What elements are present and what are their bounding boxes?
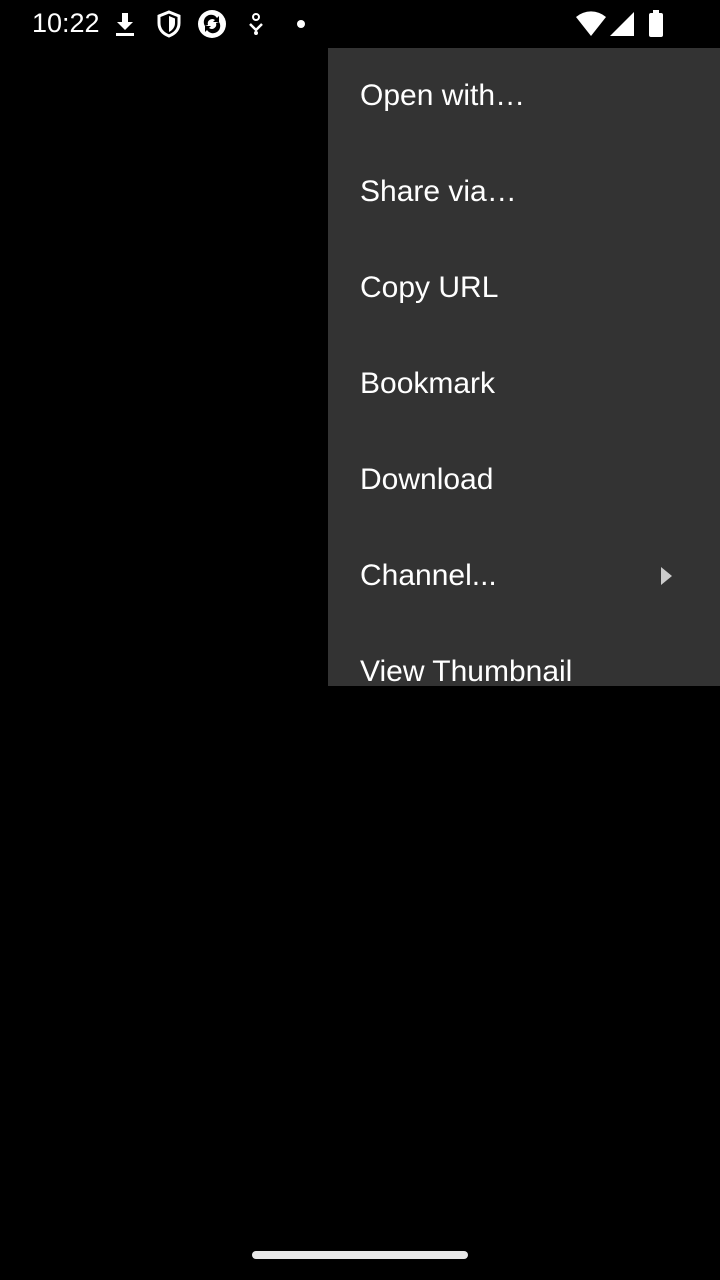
- menu-item-channel[interactable]: Channel...: [328, 528, 720, 624]
- menu-item-label: Copy URL: [360, 271, 499, 304]
- screen: 10:22 Open with… Share via… Copy URL Boo…: [0, 0, 720, 1280]
- menu-item-copy-url[interactable]: Copy URL: [328, 240, 720, 336]
- download-icon: [112, 8, 138, 40]
- menu-item-bookmark[interactable]: Bookmark: [328, 336, 720, 432]
- signal-icon: [608, 8, 636, 40]
- location-pin-icon: [245, 8, 267, 40]
- shield-icon: [156, 8, 182, 40]
- submenu-arrow-icon: [661, 567, 672, 585]
- sync-app-icon: [196, 8, 228, 40]
- battery-icon: [646, 8, 666, 40]
- status-time: 10:22: [32, 8, 100, 38]
- navigation-gesture-handle[interactable]: [252, 1251, 468, 1259]
- menu-item-view-thumbnail[interactable]: View Thumbnail: [328, 624, 720, 686]
- menu-item-share-via[interactable]: Share via…: [328, 144, 720, 240]
- menu-item-label: Download: [360, 463, 494, 496]
- menu-item-download[interactable]: Download: [328, 432, 720, 528]
- menu-item-label: Bookmark: [360, 367, 496, 400]
- wifi-icon: [574, 8, 608, 40]
- overflow-menu: Open with… Share via… Copy URL Bookmark …: [328, 48, 720, 686]
- menu-item-open-with[interactable]: Open with…: [328, 48, 720, 144]
- status-bar: 10:22: [0, 0, 720, 48]
- menu-item-label: Open with…: [360, 79, 526, 112]
- notification-dot-icon: [294, 8, 308, 40]
- menu-item-label: Channel...: [360, 559, 497, 592]
- menu-item-label: Share via…: [360, 175, 517, 208]
- menu-item-label: View Thumbnail: [360, 655, 573, 686]
